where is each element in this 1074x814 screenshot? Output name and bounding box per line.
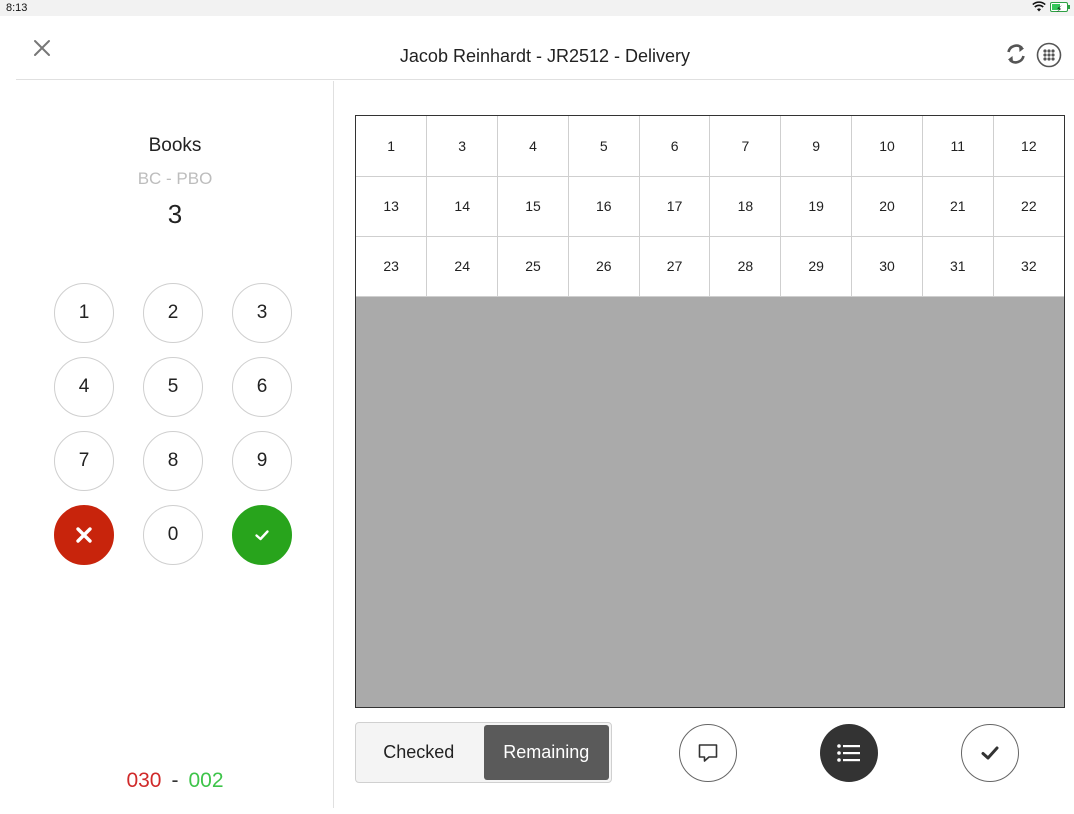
grid-cell[interactable]: 15 bbox=[497, 175, 569, 237]
battery-icon: ⚡ bbox=[1050, 1, 1070, 14]
refresh-icon[interactable] bbox=[1004, 42, 1028, 66]
comment-button[interactable] bbox=[679, 724, 737, 782]
key-5[interactable]: 5 bbox=[143, 357, 203, 417]
grid-cell[interactable]: 9 bbox=[780, 116, 853, 177]
grid-cell[interactable]: 25 bbox=[497, 235, 569, 297]
x-icon bbox=[76, 527, 92, 543]
progress-counts: 030-002 bbox=[16, 769, 334, 793]
key-6[interactable]: 6 bbox=[232, 357, 292, 417]
key-9[interactable]: 9 bbox=[232, 431, 292, 491]
item-grid: 1 3 4 5 6 7 9 10 11 12 13 14 15 16 17 18 19 20 21 22 23 24 25 2… bbox=[355, 115, 1065, 708]
grid-cell[interactable]: 26 bbox=[567, 235, 640, 297]
grid-cell[interactable]: 6 bbox=[638, 116, 711, 177]
grid-cell[interactable]: 11 bbox=[921, 116, 994, 177]
grid-row: 23 24 25 26 27 28 29 30 31 32 bbox=[356, 235, 1064, 297]
header-bar: Jacob Reinhardt - JR2512 - Delivery bbox=[16, 16, 1074, 80]
grid-cell[interactable]: 23 bbox=[356, 235, 428, 297]
grid-cell[interactable]: 1 bbox=[356, 116, 428, 177]
list-button[interactable] bbox=[820, 724, 878, 782]
comment-icon bbox=[698, 744, 718, 762]
grid-cell[interactable]: 17 bbox=[638, 175, 711, 237]
check-icon bbox=[981, 746, 999, 760]
item-number-table: 1 3 4 5 6 7 9 10 11 12 13 14 15 16 17 18 19 20 21 22 23 24 25 2… bbox=[356, 116, 1064, 297]
grid-cell[interactable]: 30 bbox=[851, 235, 923, 297]
remaining-count: 002 bbox=[188, 769, 224, 792]
grid-row: 1 3 4 5 6 7 9 10 11 12 bbox=[356, 116, 1064, 177]
key-1[interactable]: 1 bbox=[54, 283, 114, 343]
grid-cell[interactable]: 3 bbox=[426, 116, 499, 177]
grid-menu-icon[interactable] bbox=[1036, 42, 1062, 68]
status-bar: 8:13 ⚡ bbox=[0, 0, 1074, 16]
grid-cell[interactable]: 12 bbox=[992, 116, 1064, 177]
grid-cell[interactable]: 24 bbox=[426, 235, 499, 297]
cancel-button[interactable] bbox=[54, 505, 114, 565]
key-2[interactable]: 2 bbox=[143, 283, 203, 343]
grid-cell[interactable]: 16 bbox=[567, 175, 640, 237]
grid-cell[interactable]: 27 bbox=[638, 235, 711, 297]
grid-cell[interactable]: 18 bbox=[709, 175, 782, 237]
grid-cell[interactable]: 5 bbox=[567, 116, 640, 177]
key-7[interactable]: 7 bbox=[54, 431, 114, 491]
grid-cell[interactable]: 22 bbox=[992, 175, 1064, 237]
status-time: 8:13 bbox=[6, 2, 28, 14]
grid-cell[interactable]: 20 bbox=[851, 175, 923, 237]
complete-button[interactable] bbox=[961, 724, 1019, 782]
grid-cell[interactable]: 29 bbox=[780, 235, 853, 297]
count-separator: - bbox=[171, 769, 179, 792]
confirm-button[interactable] bbox=[232, 505, 292, 565]
item-quantity: 3 bbox=[167, 199, 183, 229]
grid-cell[interactable]: 4 bbox=[497, 116, 569, 177]
key-3[interactable]: 3 bbox=[232, 283, 292, 343]
grid-cell[interactable]: 19 bbox=[780, 175, 853, 237]
list-icon bbox=[837, 744, 860, 762]
grid-cell[interactable]: 21 bbox=[921, 175, 994, 237]
grid-cell[interactable]: 32 bbox=[992, 235, 1064, 297]
key-0[interactable]: 0 bbox=[143, 505, 203, 565]
left-panel: Books BC - PBO 3 1 2 3 4 5 6 7 8 9 0 030… bbox=[16, 81, 334, 808]
key-8[interactable]: 8 bbox=[143, 431, 203, 491]
check-icon bbox=[255, 530, 269, 541]
toggle-remaining[interactable]: Remaining bbox=[483, 725, 609, 780]
grid-cell[interactable]: 31 bbox=[921, 235, 994, 297]
toggle-checked[interactable]: Checked bbox=[356, 723, 482, 782]
checked-count: 030 bbox=[126, 769, 162, 792]
grid-cell[interactable]: 7 bbox=[709, 116, 782, 177]
item-name: Books bbox=[148, 135, 202, 156]
grid-cell[interactable]: 14 bbox=[426, 175, 499, 237]
wifi-icon bbox=[1032, 1, 1046, 12]
grid-row: 13 14 15 16 17 18 19 20 21 22 bbox=[356, 175, 1064, 237]
key-4[interactable]: 4 bbox=[54, 357, 114, 417]
grid-cell[interactable]: 28 bbox=[709, 235, 782, 297]
checked-remaining-toggle: Checked Remaining bbox=[355, 722, 612, 783]
page-title: Jacob Reinhardt - JR2512 - Delivery bbox=[399, 46, 691, 66]
item-code: BC - PBO bbox=[137, 169, 213, 188]
grid-cell[interactable]: 10 bbox=[851, 116, 923, 177]
grid-cell[interactable]: 13 bbox=[356, 175, 428, 237]
